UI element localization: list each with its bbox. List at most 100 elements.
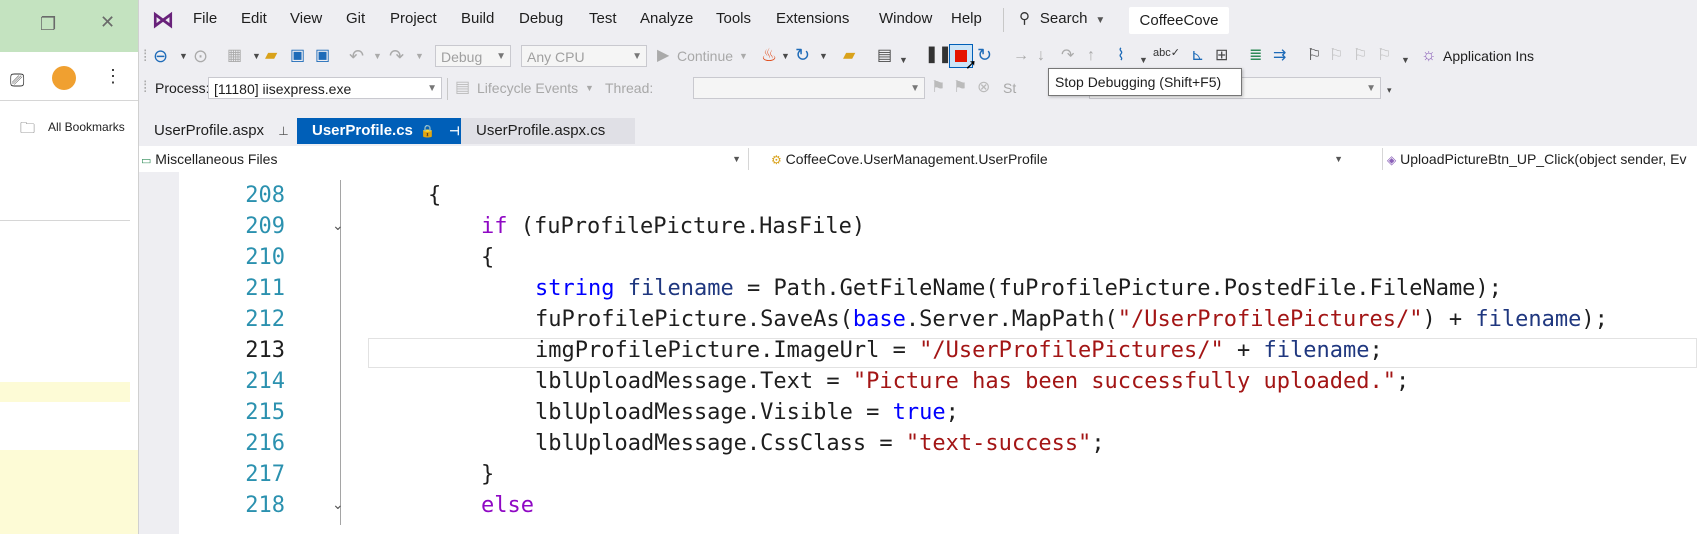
pin-icon[interactable]: ⊣	[449, 124, 459, 138]
toolbar-grip-icon[interactable]: ⁞	[143, 78, 147, 98]
format-document-icon[interactable]: ≣	[1249, 46, 1262, 66]
save-all-icon[interactable]: ▣	[315, 46, 330, 66]
menu-file[interactable]: File	[193, 10, 217, 27]
chevron-down-icon[interactable]: ▼	[1139, 50, 1148, 70]
next-bookmark-icon[interactable]: ⚐	[1353, 46, 1367, 66]
menu-window[interactable]: Window	[879, 10, 932, 27]
menu-help[interactable]: Help	[951, 10, 982, 27]
open-folder-icon[interactable]: ▰	[265, 46, 277, 66]
lifecycle-events-dropdown[interactable]: Lifecycle Events	[477, 80, 578, 96]
avatar[interactable]	[52, 66, 76, 90]
collapse-chevron-icon[interactable]: ⌄	[332, 217, 344, 234]
application-insights-button[interactable]: Application Ins	[1443, 48, 1534, 64]
folder-view-icon[interactable]: ▰	[843, 46, 855, 66]
step-out-icon[interactable]: ↑	[1087, 46, 1095, 66]
menu-project[interactable]: Project	[390, 10, 437, 27]
save-icon[interactable]: ▣	[290, 46, 305, 66]
menu-analyze[interactable]: Analyze	[640, 10, 693, 27]
lightbulb-icon[interactable]: ☼	[1421, 45, 1437, 65]
code-line[interactable]: lblUploadMessage.Visible = true;	[535, 397, 959, 428]
menu-tools[interactable]: Tools	[716, 10, 751, 27]
menu-edit[interactable]: Edit	[241, 10, 267, 27]
code-line[interactable]: string filename = Path.GetFileName(fuPro…	[535, 273, 1502, 304]
pin-icon[interactable]: ⊥	[278, 124, 288, 138]
chevron-down-icon[interactable]: ▼	[585, 78, 594, 98]
code-line[interactable]: }	[481, 459, 494, 490]
spell-check-icon[interactable]: abc✓	[1153, 43, 1180, 63]
window-layout-icon[interactable]: ▤	[877, 46, 892, 66]
undo-icon[interactable]: ↶	[349, 46, 364, 66]
platform-dropdown[interactable]: Any CPU ▼	[521, 45, 647, 67]
thread-dropdown[interactable]: ▼	[693, 77, 925, 99]
type-dropdown[interactable]: ⚙ CoffeeCove.UserManagement.UserProfile …	[771, 147, 1349, 171]
code-line[interactable]: fuProfilePicture.SaveAs(base.Server.MapP…	[535, 304, 1608, 335]
code-line[interactable]: if (fuProfilePicture.HasFile)	[481, 211, 865, 242]
show-threads-icon[interactable]: ⊗	[977, 78, 990, 98]
select-element-icon[interactable]: ⊾	[1191, 46, 1204, 66]
navigate-forward-icon[interactable]: ⊙	[193, 46, 208, 66]
step-into-icon[interactable]: ↓	[1037, 46, 1045, 66]
code-line[interactable]: lblUploadMessage.CssClass = "text-succes…	[535, 428, 1105, 459]
flag-all-threads-icon[interactable]: ⚑	[953, 78, 967, 98]
menu-debug[interactable]: Debug	[519, 10, 563, 27]
chevron-down-icon[interactable]: ▼	[899, 50, 908, 70]
continue-button[interactable]: Continue	[677, 48, 733, 64]
refresh-icon[interactable]: ↻	[795, 45, 810, 65]
configuration-dropdown[interactable]: Debug ▼	[435, 45, 511, 67]
restart-icon[interactable]: ↻	[977, 45, 992, 65]
chevron-down-icon[interactable]: ▼	[373, 46, 382, 66]
code-token: ;	[1091, 431, 1105, 456]
menu-test[interactable]: Test	[589, 10, 617, 27]
new-project-icon[interactable]: ▦	[227, 46, 242, 66]
menu-extensions[interactable]: Extensions	[776, 10, 849, 27]
process-dropdown[interactable]: [11180] iisexpress.exe ▼	[208, 77, 442, 99]
code-line[interactable]: else	[481, 490, 534, 521]
chevron-down-icon[interactable]: ▼	[781, 46, 790, 66]
pause-icon[interactable]: ❚❚	[925, 45, 952, 65]
chevron-down-icon[interactable]: ▼	[1401, 50, 1410, 70]
menu-git[interactable]: Git	[346, 10, 365, 27]
menu-view[interactable]: View	[290, 10, 322, 27]
chevron-down-icon[interactable]: ▼	[739, 46, 748, 66]
more-options-icon[interactable]: ⋮	[104, 66, 122, 87]
code-line[interactable]: imgProfilePicture.ImageUrl = "/UserProfi…	[535, 335, 1383, 366]
show-next-statement-icon[interactable]: →	[1013, 46, 1029, 66]
restore-window-icon[interactable]: ❐	[40, 14, 56, 35]
cast-icon[interactable]: ⎚	[10, 70, 24, 91]
collapse-chevron-icon[interactable]: ⌄	[332, 496, 344, 513]
code-line[interactable]: {	[481, 242, 494, 273]
chevron-down-icon[interactable]: ▼	[415, 46, 424, 66]
diagnostics-icon[interactable]: ⌇	[1117, 46, 1125, 66]
visual-studio-logo-icon[interactable]: ⋈	[152, 7, 174, 33]
solution-name-badge[interactable]: CoffeeCove	[1129, 7, 1229, 34]
bookmarks-label[interactable]: All Bookmarks	[48, 120, 125, 134]
tab-userprofile-aspx-cs[interactable]: UserProfile.aspx.cs	[461, 118, 635, 144]
chevron-down-icon[interactable]: ▼	[179, 46, 188, 66]
bookmark-icon[interactable]: ⚐	[1307, 46, 1321, 66]
navigate-back-icon[interactable]: ⊖	[153, 46, 168, 66]
member-dropdown[interactable]: ◈ UploadPictureBtn_UP_Click(object sende…	[1387, 147, 1697, 171]
redo-icon[interactable]: ↷	[389, 46, 404, 66]
comment-icon[interactable]: ⇉	[1273, 46, 1286, 66]
flag-thread-icon[interactable]: ⚑	[931, 78, 945, 98]
previous-bookmark-icon[interactable]: ⚐	[1329, 46, 1343, 66]
toolbar-grip-icon[interactable]: ⁞	[143, 47, 147, 67]
search-button[interactable]: ⚲ Search ▼	[1019, 9, 1105, 27]
xaml-hot-reload-icon[interactable]: ⊞	[1215, 46, 1228, 66]
tab-userprofile-cs[interactable]: UserProfile.cs 🔒 ⊣ ✕	[297, 118, 461, 165]
code-line[interactable]: {	[428, 180, 441, 211]
chevron-down-icon[interactable]: ▼	[252, 46, 261, 66]
tab-userprofile-aspx[interactable]: UserProfile.aspx ⊥	[139, 118, 297, 144]
chevron-down-icon: ▼	[910, 83, 920, 94]
toolbar-options-icon[interactable]: ▾	[1387, 80, 1392, 100]
close-window-icon[interactable]: ✕	[100, 12, 115, 33]
hot-reload-icon[interactable]: ♨	[761, 45, 777, 65]
code-line[interactable]: lblUploadMessage.Text = "Picture has bee…	[535, 366, 1409, 397]
project-dropdown[interactable]: ▭ Miscellaneous Files ▼	[141, 147, 747, 171]
stop-debugging-tooltip: Stop Debugging (Shift+F5)	[1048, 68, 1242, 96]
glyph-margin[interactable]	[139, 172, 179, 534]
menu-build[interactable]: Build	[461, 10, 494, 27]
chevron-down-icon[interactable]: ▼	[819, 46, 828, 66]
clear-bookmarks-icon[interactable]: ⚐	[1377, 46, 1391, 66]
step-over-icon[interactable]: ↷	[1061, 46, 1074, 66]
